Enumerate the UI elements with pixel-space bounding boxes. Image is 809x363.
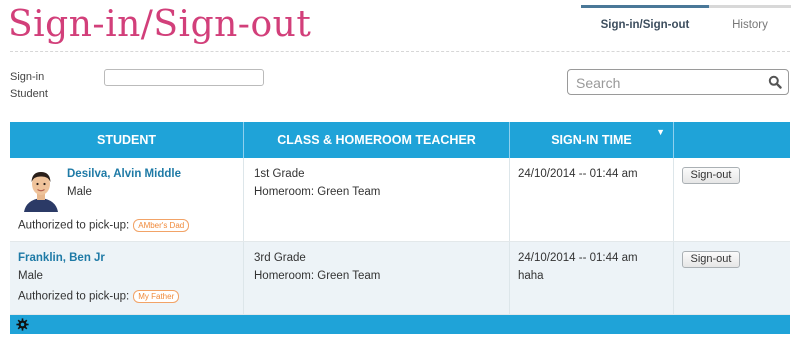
sign-in-time-cell: 24/10/2014 -- 01:44 am — [510, 158, 674, 241]
column-header-sign-in-time-label: SIGN-IN TIME — [551, 133, 632, 147]
tab-sign-in-sign-out[interactable]: Sign-in/Sign-out — [581, 5, 709, 42]
header-divider — [10, 51, 790, 52]
student-name-link[interactable]: Franklin, Ben Jr — [18, 252, 105, 264]
sign-in-student-label: Sign-in Student — [10, 71, 48, 100]
column-header-class[interactable]: CLASS & HOMEROOM TEACHER — [244, 122, 510, 158]
tab-bar: Sign-in/Sign-out History — [581, 5, 791, 42]
authorized-pickup: Authorized to pick-up: AMber's Dad — [18, 219, 190, 232]
authorized-pickup: Authorized to pick-up: My Father — [18, 290, 180, 303]
column-header-student[interactable]: STUDENT — [10, 122, 244, 158]
sign-in-student-input[interactable] — [104, 69, 264, 86]
student-gender: Male — [67, 186, 92, 198]
tab-history[interactable]: History — [709, 5, 791, 42]
authorized-pickup-label: Authorized to pick-up: — [18, 219, 130, 232]
class-cell: 1st Grade Homeroom: Green Team — [244, 158, 510, 241]
column-header-sign-in-time[interactable]: SIGN-IN TIME ▼ — [510, 122, 674, 158]
class-grade: 3rd Grade — [254, 252, 306, 264]
column-header-actions — [674, 122, 790, 158]
table-header: STUDENT CLASS & HOMEROOM TEACHER SIGN-IN… — [10, 122, 790, 158]
table-footer — [10, 315, 790, 334]
sort-down-icon[interactable]: ▼ — [656, 125, 665, 139]
table-row: Franklin, Ben Jr Male Authorized to pick… — [10, 242, 790, 315]
students-table: STUDENT CLASS & HOMEROOM TEACHER SIGN-IN… — [10, 122, 790, 334]
avatar — [22, 166, 60, 212]
authorized-pickup-label: Authorized to pick-up: — [18, 290, 130, 303]
student-gender: Male — [18, 270, 43, 282]
action-cell: Sign-out — [674, 242, 790, 314]
page-title: Sign-in/Sign-out — [8, 4, 312, 45]
gear-icon[interactable] — [16, 318, 29, 331]
homeroom-teacher: Homeroom: Green Team — [254, 270, 381, 282]
class-cell: 3rd Grade Homeroom: Green Team — [244, 242, 510, 314]
sign-out-button[interactable]: Sign-out — [682, 251, 740, 268]
student-cell: Franklin, Ben Jr Male Authorized to pick… — [10, 242, 244, 314]
sign-in-note: haha — [518, 270, 544, 282]
table-row: Desilva, Alvin Middle Male Authorized to… — [10, 158, 790, 242]
search-icon[interactable] — [768, 75, 782, 89]
student-name-link[interactable]: Desilva, Alvin Middle — [67, 168, 181, 180]
sign-in-time: 24/10/2014 -- 01:44 am — [518, 252, 638, 264]
student-cell: Desilva, Alvin Middle Male Authorized to… — [10, 158, 244, 241]
sign-in-time-cell: 24/10/2014 -- 01:44 am haha — [510, 242, 674, 314]
pickup-person-badge[interactable]: My Father — [133, 290, 180, 303]
pickup-person-badge[interactable]: AMber's Dad — [133, 219, 190, 232]
class-grade: 1st Grade — [254, 168, 305, 180]
sign-out-button[interactable]: Sign-out — [682, 167, 740, 184]
search-box — [567, 69, 789, 95]
sign-in-time: 24/10/2014 -- 01:44 am — [518, 168, 638, 180]
homeroom-teacher: Homeroom: Green Team — [254, 186, 381, 198]
search-input[interactable] — [574, 73, 758, 93]
action-cell: Sign-out — [674, 158, 790, 241]
